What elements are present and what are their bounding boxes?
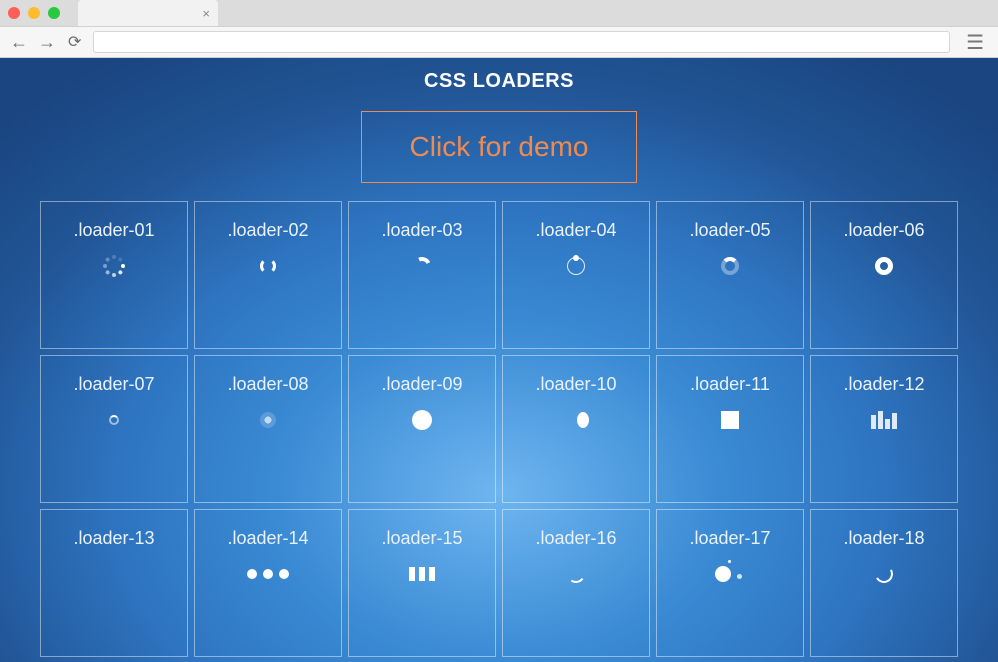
menu-icon[interactable]: ☰ (962, 30, 988, 55)
loader-04-icon (563, 253, 589, 279)
loader-label: .loader-14 (227, 528, 308, 549)
loader-label: .loader-06 (843, 220, 924, 241)
loader-label: .loader-15 (381, 528, 462, 549)
loader-07-icon (101, 407, 127, 433)
loader-label: .loader-11 (690, 374, 770, 395)
loader-10-icon (563, 407, 589, 433)
loader-12-icon (871, 407, 897, 433)
loader-grid: .loader-01 .loader-02 (0, 201, 998, 657)
maximize-window-button[interactable] (48, 7, 60, 19)
minimize-window-button[interactable] (28, 7, 40, 19)
loader-label: .loader-12 (843, 374, 924, 395)
loader-06-icon (871, 253, 897, 279)
loader-label: .loader-09 (381, 374, 462, 395)
loader-label: .loader-17 (689, 528, 770, 549)
loader-02-icon (255, 253, 281, 279)
loader-09-icon (409, 407, 435, 433)
loader-01-icon (101, 253, 127, 279)
loader-label: .loader-02 (227, 220, 308, 241)
loader-card-17[interactable]: .loader-17 (656, 509, 804, 657)
loader-card-12[interactable]: .loader-12 (810, 355, 958, 503)
tab-strip: × (0, 0, 998, 26)
loader-label: .loader-10 (535, 374, 616, 395)
reload-button[interactable]: ⟳ (68, 32, 81, 52)
loader-11-icon (717, 407, 743, 433)
loader-label: .loader-03 (381, 220, 462, 241)
loader-label: .loader-01 (73, 220, 154, 241)
browser-window: × ← → ⟳ ☰ CSS LOADERS Click for demo .lo… (0, 0, 998, 662)
loader-05-icon (717, 253, 743, 279)
page-title: CSS LOADERS (0, 70, 998, 93)
loader-card-14[interactable]: .loader-14 (194, 509, 342, 657)
loader-label: .loader-13 (73, 528, 154, 549)
loader-label: .loader-16 (535, 528, 616, 549)
demo-button[interactable]: Click for demo (361, 111, 637, 183)
loader-card-03[interactable]: .loader-03 (348, 201, 496, 349)
loader-card-01[interactable]: .loader-01 (40, 201, 188, 349)
loader-card-04[interactable]: .loader-04 (502, 201, 650, 349)
loader-17-icon (715, 561, 745, 587)
back-button[interactable]: ← (10, 32, 28, 53)
loader-18-icon (871, 561, 897, 587)
loader-label: .loader-07 (73, 374, 154, 395)
loader-card-15[interactable]: .loader-15 (348, 509, 496, 657)
page-content: CSS LOADERS Click for demo .loader-01 (0, 58, 998, 662)
loader-card-09[interactable]: .loader-09 (348, 355, 496, 503)
loader-label: .loader-08 (227, 374, 308, 395)
loader-card-10[interactable]: .loader-10 (502, 355, 650, 503)
loader-15-icon (409, 561, 435, 587)
loader-03-icon (409, 253, 435, 279)
browser-toolbar: ← → ⟳ ☰ (0, 26, 998, 58)
browser-tab[interactable]: × (78, 0, 218, 26)
forward-button[interactable]: → (38, 32, 56, 53)
loader-card-18[interactable]: .loader-18 (810, 509, 958, 657)
close-tab-icon[interactable]: × (202, 7, 210, 20)
loader-08-icon (255, 407, 281, 433)
loader-card-11[interactable]: .loader-11 (656, 355, 804, 503)
loader-card-07[interactable]: .loader-07 (40, 355, 188, 503)
address-bar[interactable] (93, 31, 950, 53)
loader-card-02[interactable]: .loader-02 (194, 201, 342, 349)
loader-14-icon (247, 561, 289, 587)
loader-card-05[interactable]: .loader-05 (656, 201, 804, 349)
loader-16-icon (563, 561, 589, 587)
loader-label: .loader-05 (689, 220, 770, 241)
loader-card-06[interactable]: .loader-06 (810, 201, 958, 349)
loader-label: .loader-04 (535, 220, 616, 241)
loader-card-16[interactable]: .loader-16 (502, 509, 650, 657)
loader-card-08[interactable]: .loader-08 (194, 355, 342, 503)
close-window-button[interactable] (8, 7, 20, 19)
loader-card-13[interactable]: .loader-13 (40, 509, 188, 657)
loader-label: .loader-18 (843, 528, 924, 549)
loader-13-icon (101, 561, 127, 587)
window-controls (8, 7, 60, 19)
